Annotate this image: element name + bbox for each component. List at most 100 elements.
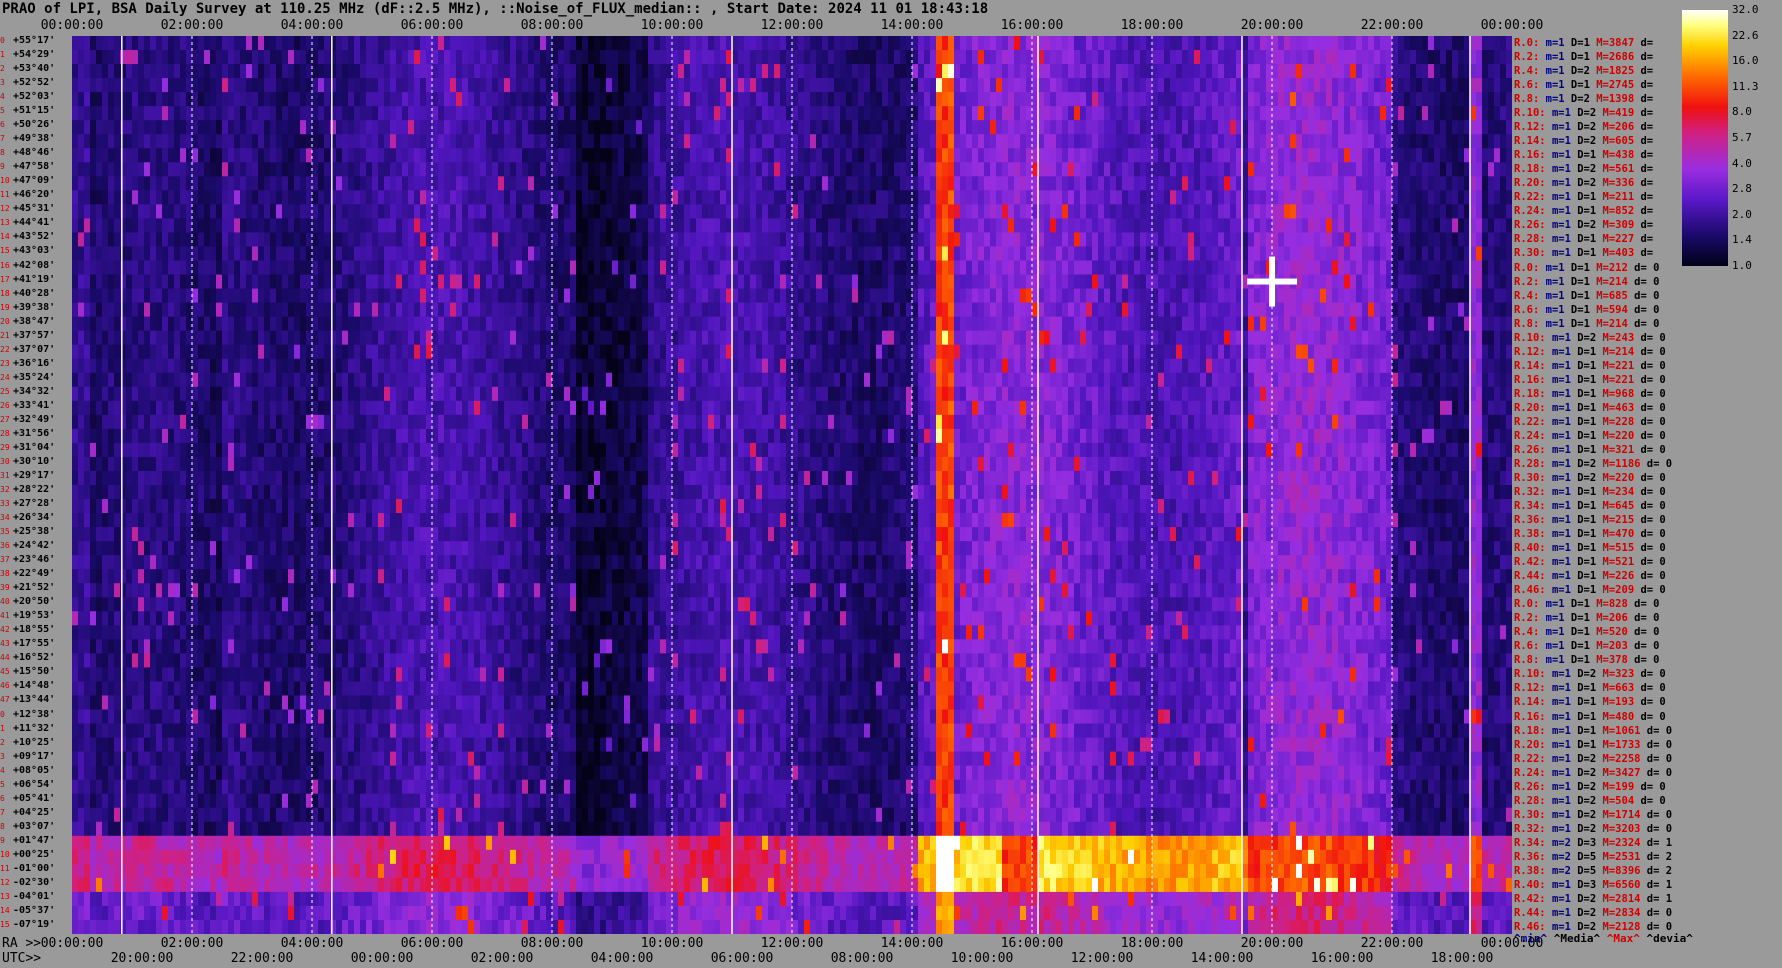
heatmap-cell bbox=[1074, 106, 1081, 121]
heatmap-cell bbox=[1014, 36, 1021, 51]
heatmap-cell bbox=[564, 288, 571, 303]
heatmap-cell bbox=[1152, 50, 1159, 65]
heatmap-cell bbox=[642, 204, 649, 219]
heatmap-cell bbox=[684, 190, 691, 205]
heatmap-cell bbox=[1254, 92, 1261, 107]
heatmap-cell bbox=[396, 64, 403, 79]
heatmap-cell bbox=[468, 288, 475, 303]
heatmap-cell bbox=[516, 302, 523, 318]
heatmap-cell bbox=[870, 134, 877, 149]
heatmap-cell bbox=[870, 176, 877, 191]
heatmap-cell bbox=[90, 106, 97, 121]
row-number: 16 bbox=[0, 260, 10, 270]
heatmap-cell bbox=[1176, 134, 1183, 149]
heatmap-cell bbox=[702, 232, 709, 247]
heatmap-cell bbox=[552, 204, 559, 219]
heatmap-cell bbox=[432, 176, 439, 191]
heatmap-cell bbox=[996, 78, 1003, 93]
heatmap-cell bbox=[1446, 148, 1453, 163]
heatmap-cell bbox=[306, 50, 313, 65]
heatmap-cell bbox=[750, 148, 757, 163]
heatmap-cell bbox=[174, 274, 181, 289]
heatmap-cell bbox=[600, 106, 607, 121]
heatmap-cell bbox=[1506, 232, 1512, 247]
heatmap-cell bbox=[990, 176, 997, 191]
heatmap-cell bbox=[1506, 50, 1512, 65]
heatmap-cell bbox=[210, 36, 217, 51]
heatmap-cell bbox=[1014, 120, 1021, 135]
heatmap-cell bbox=[822, 176, 829, 191]
heatmap-cell bbox=[744, 302, 751, 318]
heatmap-cell bbox=[324, 120, 331, 135]
heatmap-cell bbox=[1338, 204, 1345, 219]
declination-value: +34°32' bbox=[13, 385, 56, 397]
heatmap-cell bbox=[996, 36, 1003, 51]
heatmap-cell bbox=[1080, 288, 1087, 303]
heatmap-cell bbox=[384, 218, 391, 233]
heatmap-cell bbox=[336, 218, 343, 233]
heatmap-cell bbox=[1398, 148, 1405, 163]
heatmap-cell bbox=[1020, 288, 1027, 303]
heatmap-cell bbox=[1146, 176, 1153, 191]
heatmap-cell bbox=[540, 176, 547, 191]
heatmap-cell bbox=[582, 148, 589, 163]
heatmap-cell bbox=[798, 36, 805, 51]
heatmap-cell bbox=[888, 176, 895, 191]
heatmap-cell bbox=[990, 218, 997, 233]
heatmap-cell bbox=[1182, 218, 1189, 233]
heatmap-cell bbox=[108, 134, 115, 149]
heatmap-cell bbox=[630, 78, 637, 93]
heatmap-cell bbox=[552, 148, 559, 163]
row-number: 18 bbox=[0, 288, 10, 298]
heatmap-cell bbox=[954, 260, 961, 275]
heatmap-cell bbox=[1242, 190, 1249, 205]
heatmap-cell bbox=[852, 302, 859, 318]
heatmap-cell bbox=[150, 64, 157, 79]
heatmap-cell bbox=[1050, 260, 1057, 275]
heatmap-cell bbox=[1476, 246, 1483, 261]
heatmap-cell bbox=[480, 92, 487, 107]
heatmap-cell bbox=[678, 106, 685, 121]
heatmap-cell bbox=[498, 106, 505, 121]
heatmap-cell bbox=[510, 78, 517, 93]
heatmap-cell bbox=[522, 148, 529, 163]
heatmap-cell bbox=[792, 260, 799, 275]
heatmap-cell bbox=[624, 36, 631, 51]
heatmap-cell bbox=[1176, 64, 1183, 79]
heatmap-cell bbox=[798, 120, 805, 135]
heatmap-cell bbox=[144, 148, 151, 163]
heatmap-cell bbox=[450, 176, 457, 191]
heatmap-cell bbox=[366, 176, 373, 191]
heatmap-cell bbox=[996, 302, 1003, 318]
heatmap-cell bbox=[1056, 204, 1063, 219]
heatmap-cell bbox=[318, 106, 325, 121]
heatmap-cell bbox=[750, 232, 757, 247]
heatmap-cell bbox=[960, 36, 967, 51]
heatmap-cell bbox=[1170, 274, 1177, 289]
heatmap-cell bbox=[240, 92, 247, 107]
heatmap-cell bbox=[396, 302, 403, 318]
heatmap-cell bbox=[210, 64, 217, 79]
heatmap-cell bbox=[1086, 50, 1093, 65]
row-number: 6 bbox=[0, 120, 5, 130]
heatmap-cell bbox=[1242, 134, 1249, 149]
row-number: 10 bbox=[0, 176, 10, 186]
heatmap-cell bbox=[822, 36, 829, 51]
heatmap-cell bbox=[258, 162, 265, 177]
heatmap-cell bbox=[282, 288, 289, 303]
heatmap-cell bbox=[576, 204, 583, 219]
heatmap-cell bbox=[480, 162, 487, 177]
heatmap-cell bbox=[1110, 260, 1117, 275]
heatmap-cell bbox=[588, 134, 595, 149]
heatmap-cell bbox=[336, 232, 343, 247]
heatmap-cell bbox=[1104, 288, 1111, 303]
heatmap-cell bbox=[552, 50, 559, 65]
heatmap-cell bbox=[678, 50, 685, 65]
heatmap-cell bbox=[840, 288, 847, 303]
heatmap-cell bbox=[1344, 106, 1351, 121]
heatmap-cell bbox=[240, 288, 247, 303]
heatmap-cell bbox=[1254, 36, 1261, 51]
heatmap-cell bbox=[168, 36, 175, 51]
heatmap-cell bbox=[540, 302, 547, 318]
heatmap-cell bbox=[1410, 288, 1417, 303]
